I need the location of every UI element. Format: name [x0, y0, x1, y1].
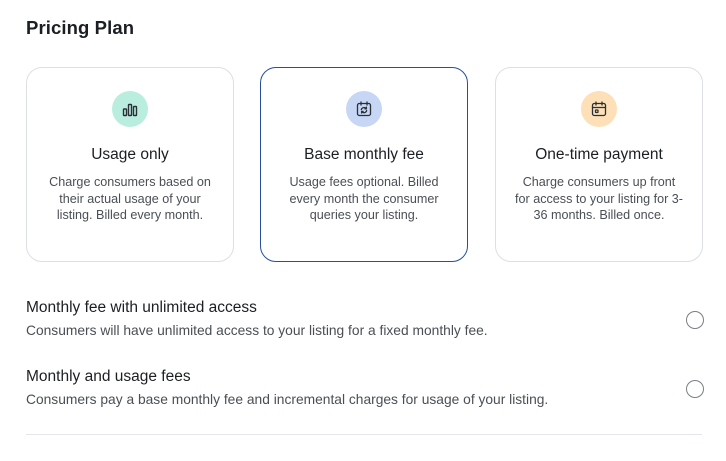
option-description: Consumers pay a base monthly fee and inc… [26, 392, 549, 407]
card-title: One-time payment [535, 146, 663, 163]
pricing-card-base-monthly-fee[interactable]: Base monthly fee Usage fees optional. Bi… [260, 67, 468, 262]
card-title: Base monthly fee [304, 146, 424, 163]
calendar-icon [581, 91, 617, 127]
option-description: Consumers will have unlimited access to … [26, 323, 488, 338]
option-title: Monthly fee with unlimited access [26, 299, 257, 316]
option-title: Monthly and usage fees [26, 368, 191, 385]
radio-button-monthly-unlimited[interactable] [686, 311, 704, 329]
bar-chart-icon [112, 91, 148, 127]
card-description: Charge consumers up front for access to … [515, 175, 683, 222]
radio-button-monthly-and-usage[interactable] [686, 380, 704, 398]
page-title: Pricing Plan [26, 17, 135, 38]
card-description: Usage fees optional. Billed every month … [289, 175, 439, 222]
card-title: Usage only [91, 146, 169, 163]
calendar-refresh-icon [346, 91, 382, 127]
pricing-card-usage-only[interactable]: Usage only Charge consumers based on the… [26, 67, 234, 262]
option-monthly-unlimited[interactable]: Monthly fee with unlimited access Consum… [26, 298, 704, 341]
card-description: Charge consumers based on their actual u… [49, 175, 211, 222]
pricing-card-one-time-payment[interactable]: One-time payment Charge consumers up fro… [495, 67, 703, 262]
option-monthly-and-usage[interactable]: Monthly and usage fees Consumers pay a b… [26, 367, 704, 410]
divider [26, 434, 702, 435]
